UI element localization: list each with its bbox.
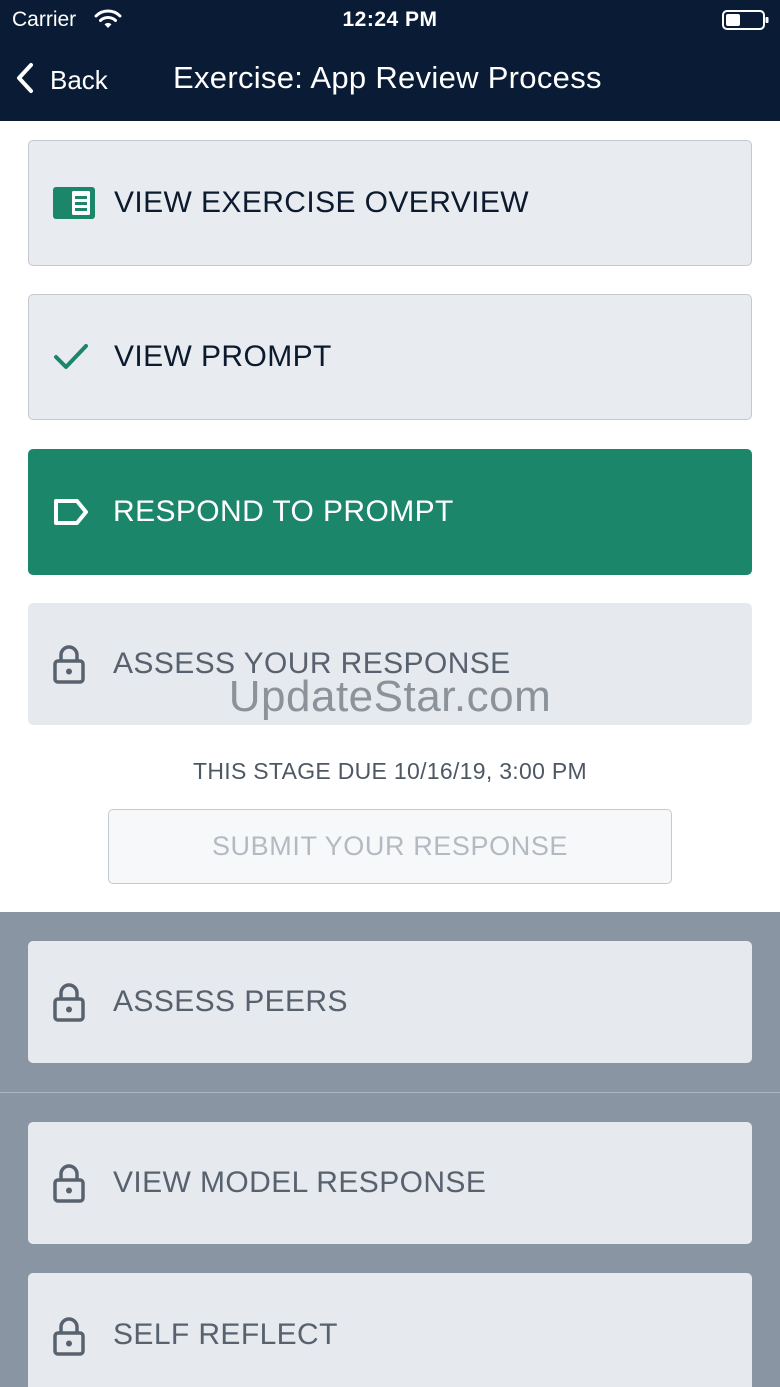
battery-icon (722, 9, 770, 36)
stage-label: SELF REFLECT (113, 1318, 338, 1351)
lock-icon (52, 982, 86, 1022)
stage-assess-peers[interactable]: ASSESS PEERS (28, 941, 752, 1063)
stage-self-reflect[interactable]: SELF REFLECT (28, 1273, 752, 1387)
stage-view-prompt[interactable]: VIEW PROMPT (28, 294, 752, 420)
book-icon (53, 187, 95, 219)
stage-view-exercise-overview[interactable]: VIEW EXERCISE OVERVIEW (28, 140, 752, 266)
page-title: Exercise: App Review Process (173, 60, 602, 95)
back-button[interactable]: Back (14, 58, 108, 102)
checkmark-icon (53, 342, 89, 372)
stage-label: VIEW PROMPT (114, 340, 332, 373)
back-label: Back (50, 64, 108, 95)
stage-respond-to-prompt[interactable]: RESPOND TO PROMPT (28, 449, 752, 575)
stage-label: RESPOND TO PROMPT (113, 495, 454, 528)
chevron-left-icon (14, 62, 36, 99)
stage-view-model-response[interactable]: VIEW MODEL RESPONSE (28, 1122, 752, 1244)
stage-label: ASSESS PEERS (113, 985, 348, 1018)
watermark: UpdateStar.com (228, 672, 552, 721)
divider (0, 1092, 780, 1093)
stage-due-text: THIS STAGE DUE 10/16/19, 3:00 PM (193, 758, 587, 784)
navigation-bar: Back Exercise: App Review Process (0, 42, 780, 121)
submit-response-button[interactable]: SUBMIT YOUR RESPONSE (108, 809, 672, 884)
tag-icon (52, 498, 90, 526)
status-bar: Carrier 12:24 PM (0, 0, 780, 42)
lock-icon (52, 1163, 86, 1203)
lock-icon (52, 1316, 86, 1356)
clock: 12:24 PM (342, 8, 438, 31)
stage-label: VIEW MODEL RESPONSE (113, 1166, 487, 1199)
stage-label: VIEW EXERCISE OVERVIEW (114, 186, 530, 219)
